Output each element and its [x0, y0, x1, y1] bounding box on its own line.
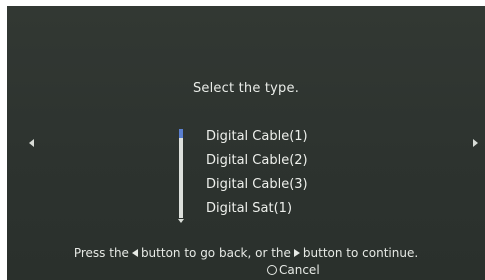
list-item-digital-cable-3[interactable]: Digital Cable(3) [206, 173, 308, 197]
list-item-digital-cable-2[interactable]: Digital Cable(2) [206, 149, 308, 173]
scroll-down-icon[interactable] [178, 219, 184, 223]
list-item-digital-sat-1[interactable]: Digital Sat(1) [206, 197, 308, 221]
scrollbar-track [179, 136, 183, 218]
instruction-hint: Press the button to go back, or the button… [7, 246, 485, 260]
prompt-text: Select the type. [192, 81, 300, 96]
list-item-digital-cable-1[interactable]: Digital Cable(1) [206, 125, 308, 149]
type-list: Digital Cable(1) Digital Cable(2) Digita… [178, 125, 358, 225]
right-arrow-icon[interactable] [473, 139, 478, 147]
hint-text-part1: Press the [73, 246, 129, 260]
cancel-button[interactable]: Cancel [267, 263, 320, 277]
cancel-label: Cancel [279, 263, 320, 277]
left-triangle-icon [131, 249, 138, 257]
left-arrow-icon[interactable] [29, 139, 34, 147]
type-select-screen: Select the type. Digital Cable(1) Digita… [7, 6, 485, 280]
right-triangle-icon [293, 249, 300, 257]
circle-button-icon [267, 265, 277, 275]
hint-text-part2: button to go back, or the [140, 246, 291, 260]
scrollbar[interactable] [178, 128, 184, 226]
scrollbar-thumb[interactable] [179, 129, 183, 138]
hint-text-part3: button to continue. [302, 246, 419, 260]
